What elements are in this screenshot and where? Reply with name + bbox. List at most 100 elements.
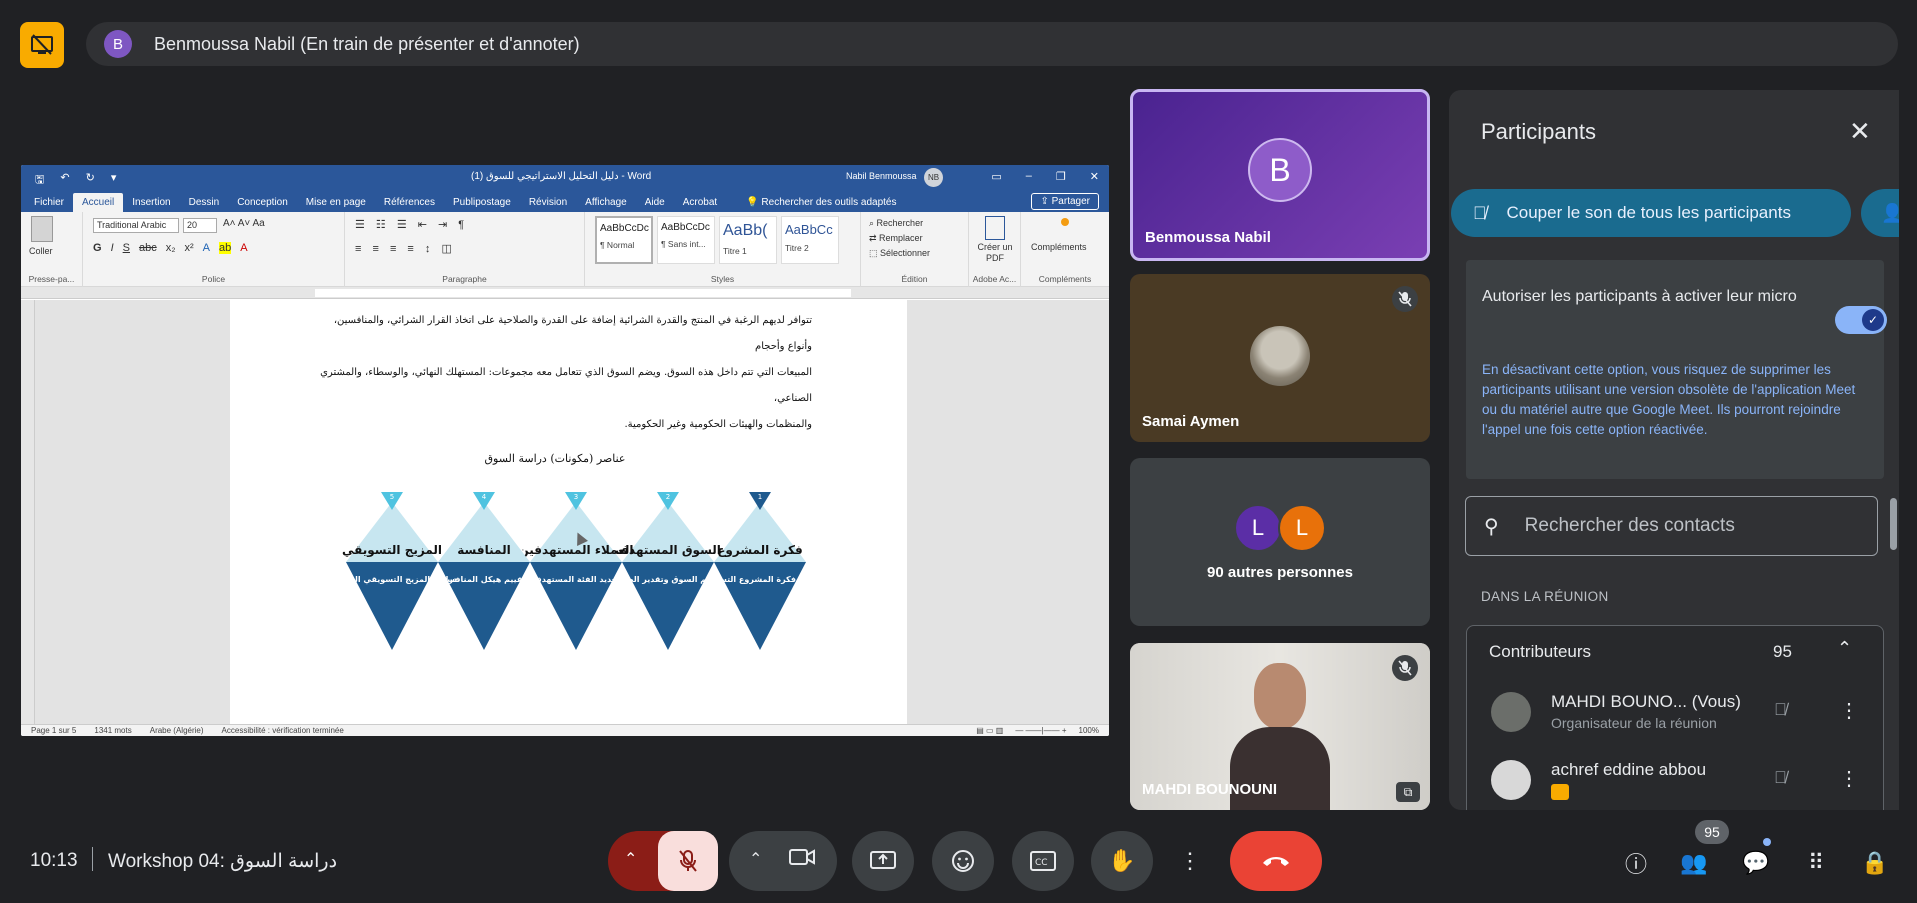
present-button[interactable]: [852, 831, 914, 891]
font-size-box: 20: [183, 218, 217, 233]
paragraph-group: ☰ ☷ ☰ ⇤ ⇥ ¶ ≡ ≡ ≡ ≡ ↕ ◫ Paragraphe: [345, 212, 585, 287]
mic-off-icon: [1392, 286, 1418, 312]
participant-tile-presenter[interactable]: B Benmoussa Nabil: [1130, 89, 1430, 261]
group-count: 95: [1773, 642, 1792, 661]
meeting-info-button[interactable]: ⓘ: [1618, 845, 1654, 881]
allow-mic-label: Autoriser les participants à activer leu…: [1482, 288, 1797, 305]
avatar: B: [1248, 138, 1312, 202]
replace-icon: ⇄: [869, 233, 880, 243]
zoom-slider: — ——|—— +: [1015, 726, 1067, 735]
lightbulb-icon: 💡: [746, 197, 762, 208]
mute-all-button[interactable]: 🎙̸ Couper le son de tous les participant…: [1451, 189, 1851, 237]
captions-icon: CC: [1030, 851, 1056, 871]
participant-tile-samai[interactable]: Samai Aymen: [1130, 274, 1430, 442]
mic-off-icon: [1392, 655, 1418, 681]
group-label-editing: Édition: [901, 274, 928, 284]
contributors-group: Contributeurs 95 ⌃ MAHDI BOUNO... (Vous)…: [1466, 625, 1884, 810]
view-icons: ▤ ▭ ▥: [976, 726, 1004, 735]
participants-panel: Participants ✕ 🎙̸ Couper le son de tous …: [1449, 90, 1899, 810]
close-panel-button[interactable]: ✕: [1849, 116, 1871, 147]
panel-title: Participants: [1481, 119, 1596, 144]
font-grow-shrink-icon: A˄ A˅ Aa: [223, 218, 265, 229]
quick-access-toolbar: 🖫 ↶ ↻ ▾: [35, 171, 116, 190]
mic-off-button[interactable]: [658, 831, 718, 891]
mic-off-icon[interactable]: 🎙̸: [1774, 768, 1787, 788]
diagram-item-title: المزيج التسويقي: [342, 543, 442, 558]
save-icon: 🖫: [35, 174, 45, 186]
host-controls-button[interactable]: 🔒: [1857, 845, 1893, 881]
search-contacts-input[interactable]: ⚲ Rechercher des contacts: [1465, 496, 1878, 556]
diagram-item: 4المنافسةتقييم هيكل المنافسة: [438, 492, 530, 650]
more-options-button[interactable]: ⋮: [1168, 831, 1212, 891]
maximize-icon: ❐: [1055, 171, 1066, 183]
camera-icon[interactable]: [789, 846, 815, 872]
add-people-button[interactable]: 👤: [1861, 189, 1899, 237]
adobe-group: Créer un PDF Adobe Ac...: [969, 212, 1021, 287]
chat-icon: 💬: [1742, 850, 1770, 875]
leave-call-button[interactable]: [1230, 831, 1322, 891]
group-name: Contributeurs: [1489, 642, 1592, 661]
picture-in-picture-icon[interactable]: ⧉: [1396, 782, 1420, 802]
meeting-name: Workshop 04: دراسة السوق: [108, 851, 338, 872]
tile-name: MAHDI BOUNOUNI: [1142, 781, 1277, 798]
editing-group: ⌕ Rechercher ⇄ Remplacer ⬚ Sélectionner …: [861, 212, 969, 287]
reactions-button[interactable]: [932, 831, 994, 891]
people-icon: 👥: [1680, 850, 1708, 875]
chevron-up-icon[interactable]: ⌃: [624, 849, 637, 869]
diagram-number: 5: [390, 493, 394, 501]
mic-off-icon: 🎙̸: [1473, 202, 1487, 223]
more-options-icon[interactable]: ⋮: [1839, 698, 1859, 723]
clipboard-group: Coller Presse-pa...: [21, 212, 83, 287]
chat-button[interactable]: 💬: [1738, 845, 1774, 881]
presenter-banner-text: Benmoussa Nabil (En train de présenter e…: [154, 33, 580, 54]
zoom-level: 100%: [1078, 726, 1099, 735]
share-icon: ⇪: [1040, 196, 1052, 207]
close-icon: ✕: [1089, 171, 1099, 183]
svg-text:CC: CC: [1035, 858, 1048, 868]
ribbon-tab-conception: Conception: [237, 197, 288, 208]
window-controls: ▭ – ❐ ✕: [991, 170, 1099, 183]
ribbon-tabs: Fichier Accueil Insertion Dessin Concept…: [21, 190, 1109, 212]
participant-row[interactable]: MAHDI BOUNO... (Vous) Organisateur de la…: [1491, 688, 1871, 744]
camera-control[interactable]: ⌃: [729, 831, 837, 891]
participant-tile-others[interactable]: L L 90 autres personnes: [1130, 458, 1430, 626]
participant-name: achref eddine abbou: [1551, 760, 1707, 779]
chevron-up-icon[interactable]: ⌃: [1837, 638, 1852, 659]
allow-mic-toggle[interactable]: ✓: [1835, 306, 1887, 334]
diagram-item-description: دراسة المزيج التسويقي المتداول: [330, 575, 457, 584]
mic-off-icon[interactable]: 🎙̸: [1774, 700, 1787, 720]
presenter-banner[interactable]: B Benmoussa Nabil (En train de présenter…: [86, 22, 1898, 66]
diagram-item-description: تحديد الفئة المستهدفة: [532, 575, 621, 584]
chevron-up-icon[interactable]: ⌃: [749, 849, 762, 869]
diagram-title: عناصر (مكونات) دراسة السوق: [484, 452, 626, 465]
word-user-name: Nabil Benmoussa: [846, 171, 917, 181]
raise-hand-button[interactable]: ✋: [1091, 831, 1153, 891]
person-add-icon: 👤: [1881, 202, 1899, 223]
pdf-icon: [985, 216, 1005, 240]
captions-button[interactable]: CC: [1012, 831, 1074, 891]
participant-row[interactable]: achref eddine abbou 🎙̸ ⋮: [1491, 756, 1871, 810]
mic-control[interactable]: ⌃: [608, 831, 718, 891]
style-heading-1: AaBb(Titre 1: [719, 216, 777, 264]
panel-scrollbar[interactable]: [1890, 498, 1897, 550]
paragraph-line: تتوافر لديهم الرغبة في المنتج والقدرة ال…: [333, 315, 812, 352]
diagram-item: 5 المزيج التسويقي دراسة المزيج التسويقي ال…: [330, 492, 457, 650]
more-options-icon[interactable]: ⋮: [1839, 766, 1859, 791]
ribbon-tab-publipostage: Publipostage: [452, 197, 511, 208]
activities-button[interactable]: ⠿: [1798, 845, 1834, 881]
mic-permission-card: Autoriser les participants à activer leu…: [1466, 260, 1887, 479]
ribbon-display-icon: ▭: [991, 171, 1002, 183]
more-vert-icon: ⋮: [1179, 848, 1201, 873]
stop-presenting-button[interactable]: [20, 22, 64, 68]
participant-tile-self[interactable]: MAHDI BOUNOUNI ⧉: [1130, 643, 1430, 810]
meeting-time: 10:13: [30, 850, 78, 871]
group-label-clipboard: Presse-pa...: [28, 274, 75, 284]
people-button[interactable]: 👥: [1676, 845, 1712, 881]
ribbon-tab-acrobat: Acrobat: [682, 197, 718, 208]
emoji-icon: [952, 850, 974, 872]
diagram-item-description: تقييم السوق وتقدير الطلب: [614, 575, 722, 584]
select-command: ⬚ Sélectionner: [869, 248, 931, 258]
word-user-avatar: NB: [924, 168, 943, 187]
align-icons: ≡ ≡ ≡ ≡ ↕ ◫: [355, 243, 456, 255]
people-count-badge: 95: [1695, 820, 1729, 844]
